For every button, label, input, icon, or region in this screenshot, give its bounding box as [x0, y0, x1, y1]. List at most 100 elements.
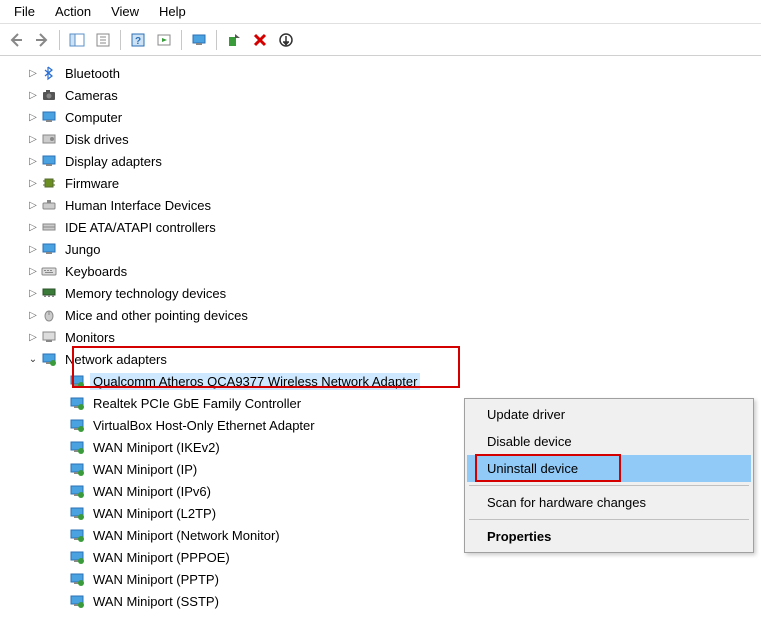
chip-icon [40, 174, 58, 192]
context-menu: Update driver Disable device Uninstall d… [464, 398, 754, 553]
toolbar: ? [0, 24, 761, 56]
ctx-scan-hardware[interactable]: Scan for hardware changes [467, 489, 751, 516]
tree-label: Jungo [62, 241, 103, 258]
expand-icon[interactable]: ▷ [26, 68, 40, 79]
ctx-update-driver[interactable]: Update driver [467, 401, 751, 428]
menu-file[interactable]: File [4, 2, 45, 21]
tree-label: Display adapters [62, 153, 165, 170]
tree-label: WAN Miniport (Network Monitor) [90, 527, 283, 544]
menu-action[interactable]: Action [45, 2, 101, 21]
menu-help[interactable]: Help [149, 2, 196, 21]
expand-icon[interactable]: ▷ [26, 310, 40, 321]
tree-label: Qualcomm Atheros QCA9377 Wireless Networ… [90, 373, 420, 390]
expand-icon[interactable]: ▷ [26, 222, 40, 233]
network-adapter-icon [68, 548, 86, 566]
tree-label: WAN Miniport (PPPOE) [90, 549, 233, 566]
tree-label: VirtualBox Host-Only Ethernet Adapter [90, 417, 318, 434]
expand-icon[interactable]: ▷ [26, 200, 40, 211]
help-button[interactable]: ? [126, 28, 150, 52]
tree-item-memory-tech[interactable]: ▷ Memory technology devices [6, 282, 761, 304]
tree-item-display-adapters[interactable]: ▷ Display adapters [6, 150, 761, 172]
network-icon [40, 350, 58, 368]
expand-icon[interactable]: ▷ [26, 156, 40, 167]
network-adapter-icon [68, 482, 86, 500]
network-adapter-icon [68, 504, 86, 522]
collapse-icon[interactable]: ⌄ [26, 354, 40, 365]
ctx-disable-device[interactable]: Disable device [467, 428, 751, 455]
tree-item-mice[interactable]: ▷ Mice and other pointing devices [6, 304, 761, 326]
tree-label: WAN Miniport (SSTP) [90, 593, 222, 610]
tree-item-disk-drives[interactable]: ▷ Disk drives [6, 128, 761, 150]
tree-item-computer[interactable]: ▷ Computer [6, 106, 761, 128]
toolbar-button-4[interactable] [152, 28, 176, 52]
network-adapter-icon [68, 592, 86, 610]
network-adapter-icon [68, 526, 86, 544]
network-adapter-icon [68, 416, 86, 434]
expand-icon[interactable]: ▷ [26, 90, 40, 101]
tree-label: WAN Miniport (IPv6) [90, 483, 214, 500]
monitor-icon [40, 108, 58, 126]
bluetooth-icon [40, 64, 58, 82]
tree-label: WAN Miniport (L2TP) [90, 505, 219, 522]
network-adapter-icon [68, 460, 86, 478]
forward-button[interactable] [30, 28, 54, 52]
monitor-icon [40, 152, 58, 170]
toolbar-button-2[interactable] [91, 28, 115, 52]
tree-label: Disk drives [62, 131, 132, 148]
ctx-label: Uninstall device [487, 461, 578, 476]
memory-icon [40, 284, 58, 302]
expand-icon[interactable]: ▷ [26, 332, 40, 343]
tree-label: Computer [62, 109, 125, 126]
tree-label: Monitors [62, 329, 118, 346]
tree-item-firmware[interactable]: ▷ Firmware [6, 172, 761, 194]
expand-icon[interactable]: ▷ [26, 244, 40, 255]
tree-item-jungo[interactable]: ▷ Jungo [6, 238, 761, 260]
expand-icon[interactable]: ▷ [26, 112, 40, 123]
network-adapter-icon [68, 372, 86, 390]
network-adapter-icon [68, 570, 86, 588]
tree-label: Cameras [62, 87, 121, 104]
show-hide-tree-button[interactable] [65, 28, 89, 52]
tree-label: Realtek PCIe GbE Family Controller [90, 395, 304, 412]
tree-label: Human Interface Devices [62, 197, 214, 214]
tree-item-hid[interactable]: ▷ Human Interface Devices [6, 194, 761, 216]
tree-item-network-adapters[interactable]: ⌄ Network adapters [6, 348, 761, 370]
tree-label: Network adapters [62, 351, 170, 368]
tree-item-wan-pptp[interactable]: WAN Miniport (PPTP) [6, 568, 761, 590]
ctx-uninstall-device[interactable]: Uninstall device [467, 455, 751, 482]
expand-icon[interactable]: ▷ [26, 178, 40, 189]
tree-label: WAN Miniport (IP) [90, 461, 200, 478]
tree-item-monitors[interactable]: ▷ Monitors [6, 326, 761, 348]
expand-icon[interactable]: ▷ [26, 266, 40, 277]
tree-label: Bluetooth [62, 65, 123, 82]
tree-item-cameras[interactable]: ▷ Cameras [6, 84, 761, 106]
expand-icon[interactable]: ▷ [26, 134, 40, 145]
network-adapter-icon [68, 438, 86, 456]
menu-view[interactable]: View [101, 2, 149, 21]
tree-label: Firmware [62, 175, 122, 192]
back-button[interactable] [4, 28, 28, 52]
tree-label: Memory technology devices [62, 285, 229, 302]
tree-label: WAN Miniport (PPTP) [90, 571, 222, 588]
tree-item-bluetooth[interactable]: ▷ Bluetooth [6, 62, 761, 84]
menubar: File Action View Help [0, 0, 761, 24]
network-adapter-icon [68, 394, 86, 412]
disable-button[interactable] [274, 28, 298, 52]
tree-label: Mice and other pointing devices [62, 307, 251, 324]
ctx-properties[interactable]: Properties [467, 523, 751, 550]
svg-text:?: ? [135, 36, 141, 47]
tree-item-keyboards[interactable]: ▷ Keyboards [6, 260, 761, 282]
tree-label: IDE ATA/ATAPI controllers [62, 219, 219, 236]
tree-item-wan-sstp[interactable]: WAN Miniport (SSTP) [6, 590, 761, 612]
camera-icon [40, 86, 58, 104]
mouse-icon [40, 306, 58, 324]
tree-label: WAN Miniport (IKEv2) [90, 439, 223, 456]
uninstall-button[interactable] [248, 28, 272, 52]
expand-icon[interactable]: ▷ [26, 288, 40, 299]
tree-item-ide[interactable]: ▷ IDE ATA/ATAPI controllers [6, 216, 761, 238]
scan-hardware-button[interactable] [187, 28, 211, 52]
update-driver-button[interactable] [222, 28, 246, 52]
tree-item-qca9377[interactable]: Qualcomm Atheros QCA9377 Wireless Networ… [6, 370, 761, 392]
ctx-separator [469, 485, 749, 486]
tree-label: Keyboards [62, 263, 130, 280]
